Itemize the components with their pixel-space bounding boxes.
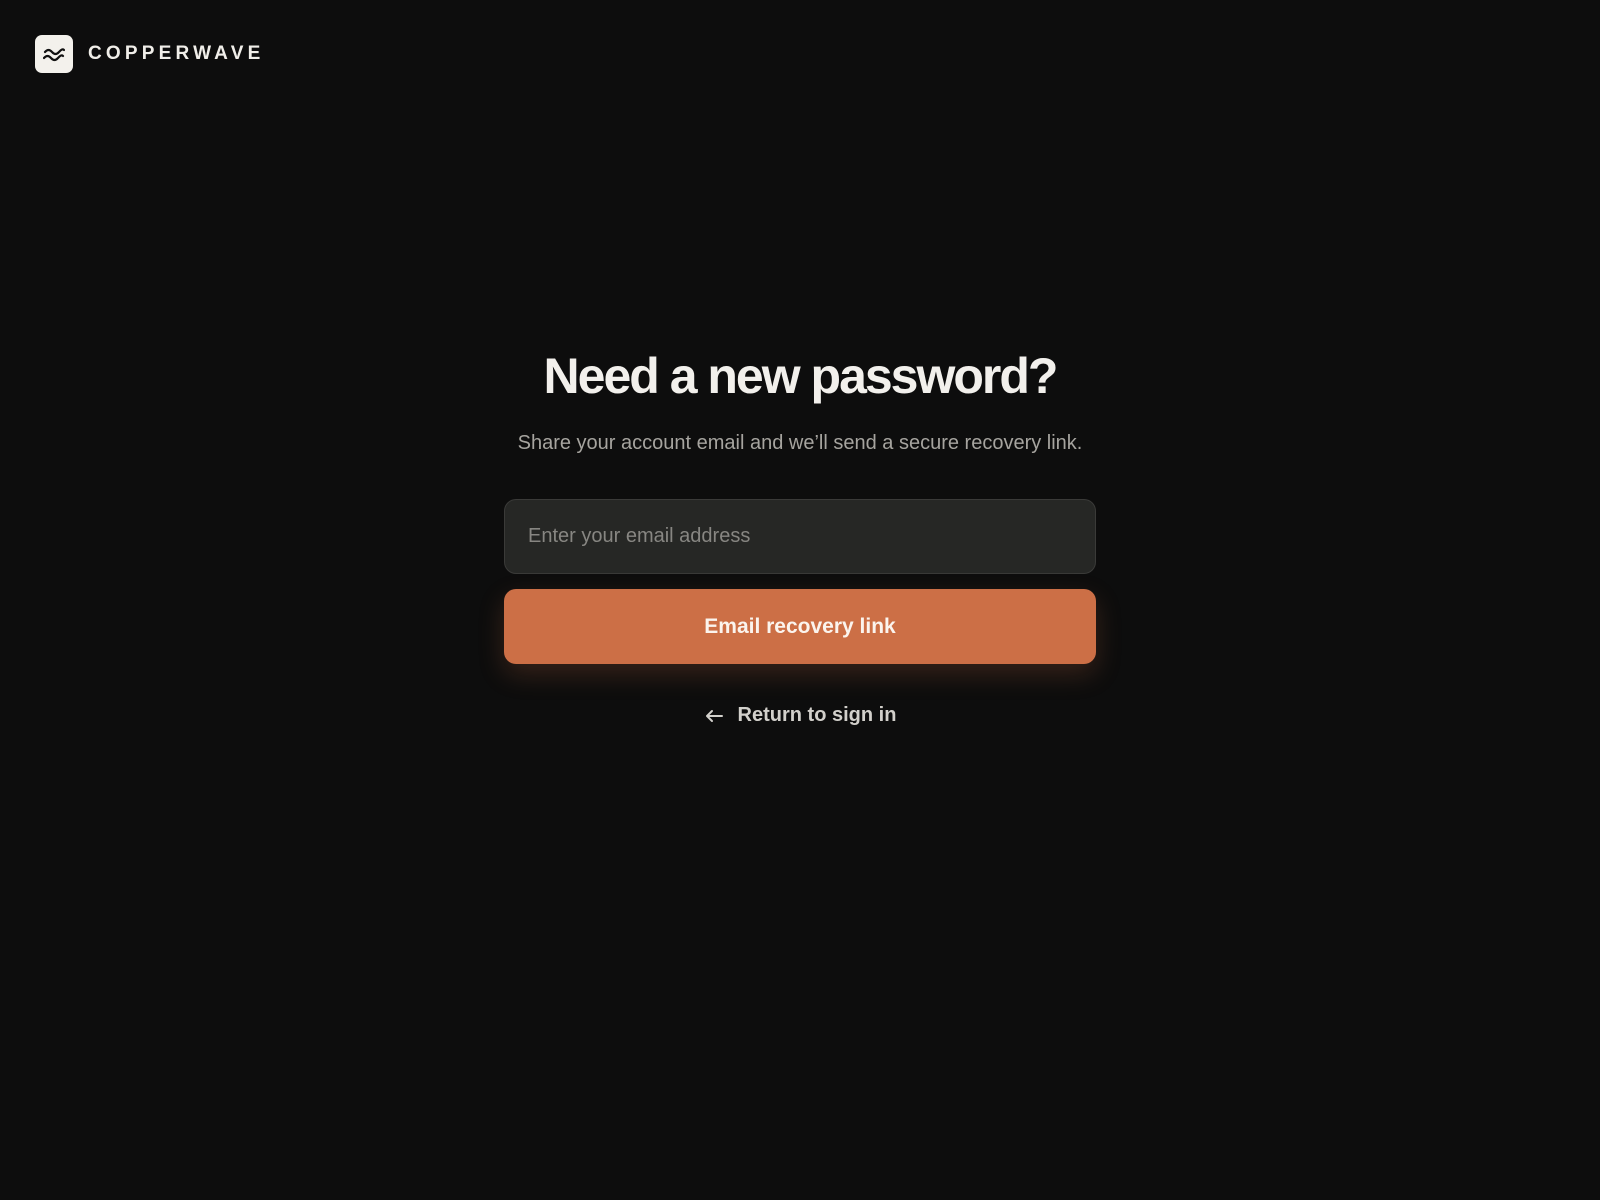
email-input[interactable] [504, 499, 1096, 574]
brand-name: COPPERWAVE [88, 43, 265, 64]
page-subtitle: Share your account email and we’ll send … [517, 432, 1083, 454]
recovery-form: Need a new password? Share your account … [504, 345, 1096, 727]
email-recovery-link-button[interactable]: Email recovery link [504, 589, 1096, 664]
brand[interactable]: COPPERWAVE [35, 35, 264, 73]
page: COPPERWAVE Need a new password? Share yo… [0, 0, 1600, 1200]
return-to-sign-in-link[interactable]: Return to sign in [704, 704, 897, 727]
return-to-sign-in-label: Return to sign in [737, 704, 897, 726]
wave-logo-icon [35, 35, 73, 73]
arrow-left-icon [704, 708, 724, 724]
page-title: Need a new password? [543, 348, 1059, 404]
